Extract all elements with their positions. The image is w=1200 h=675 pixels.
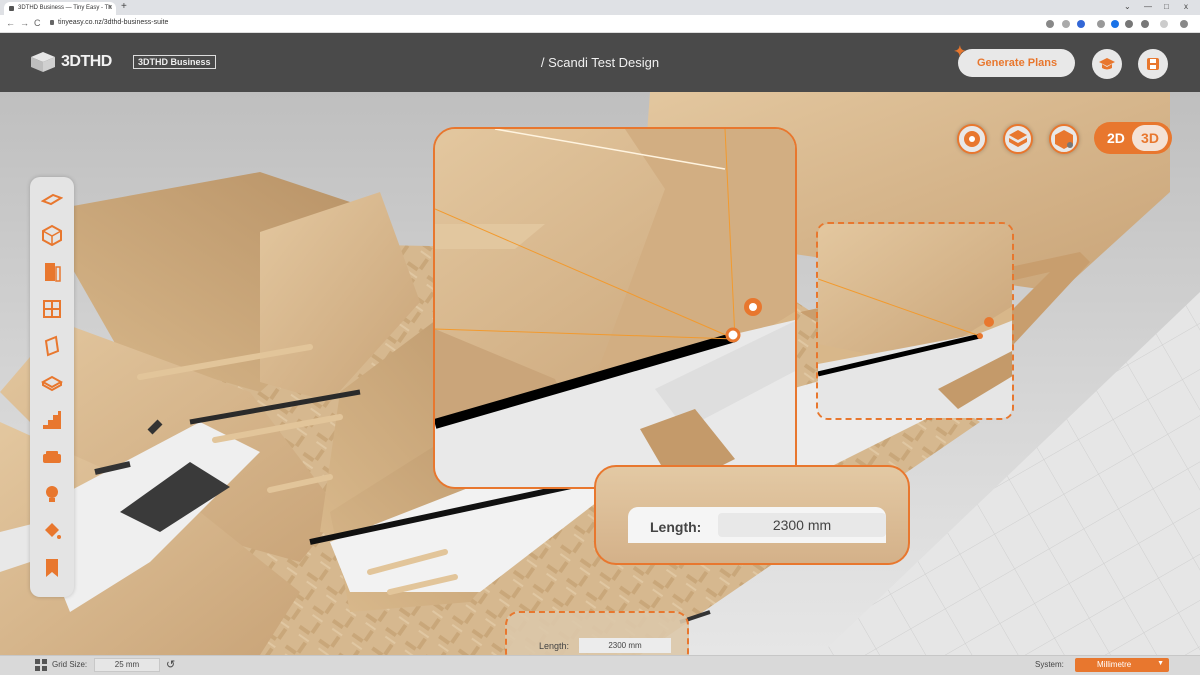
puzzle-icon[interactable] [1141,20,1149,28]
length-readout-zoomed: Length: 2300 mm [594,465,910,565]
cube-icon[interactable] [41,224,63,246]
maximize-button[interactable]: □ [1164,2,1169,11]
window-close-button[interactable]: x [1184,2,1188,11]
toggle-3d[interactable]: 3D [1132,125,1168,151]
tape-measure-icon [964,131,980,147]
unit-system-select[interactable]: Millimetre ▼ [1075,658,1169,672]
back-button[interactable]: ← [6,18,15,28]
browser-tab[interactable]: 3DTHD Business — Tiny Easy - Th x [4,2,116,15]
tab-search-icon[interactable]: ⌄ [1124,2,1131,11]
sofa-icon[interactable] [41,446,63,468]
grid-size-input[interactable]: 25 mm [94,658,160,672]
lock-icon [50,20,54,25]
browser-tab-bar: 3DTHD Business — Tiny Easy - Th x + ⌄ — … [0,0,1200,15]
save-button[interactable] [1138,49,1168,79]
forward-button[interactable]: → [20,18,29,28]
zoom-icon[interactable] [1046,20,1054,28]
generate-plans-label: Generate Plans [977,57,1058,69]
paint-bucket-icon[interactable] [41,520,63,542]
tab-title: 3DTHD Business — Tiny Easy - Th [18,5,112,11]
left-toolbar [30,177,74,597]
share-icon[interactable] [1062,20,1070,28]
layer-view-icon [1009,130,1027,147]
wall-panel-icon[interactable] [41,335,63,357]
camera-icon[interactable] [1097,20,1105,28]
bookmark-icon[interactable] [41,557,63,579]
zoom-render-small [818,224,1012,418]
url-field[interactable]: tinyeasy.co.nz/3dthd-business-suite [58,19,168,26]
zoom-callout-small [816,222,1014,420]
address-bar: ← → C tinyeasy.co.nz/3dthd-business-suit… [0,15,1200,33]
slab-icon[interactable] [41,372,63,394]
tape-measure-button[interactable] [957,124,987,154]
app-header: 3DTHD 3DTHD Business / Scandi Test Desig… [0,33,1200,92]
length-label-small: Length: [539,641,570,651]
length-panel: Length: 2300 mm [628,507,886,543]
view-mode-button-1[interactable] [1003,124,1033,154]
academy-button[interactable] [1092,49,1122,79]
reset-icon[interactable]: ↺ [166,658,175,671]
favicon-icon [9,6,14,11]
view-mode-button-2[interactable] [1049,124,1079,154]
length-value[interactable]: 2300 mm [718,513,886,537]
3d-viewport[interactable] [0,92,1200,655]
minimize-button[interactable]: — [1144,2,1152,11]
door-icon[interactable] [41,261,63,283]
new-tab-button[interactable]: + [121,1,127,12]
grid-icon [35,659,47,671]
zoom-render [435,129,795,487]
length-label: Length: [650,519,702,535]
extension-icon[interactable] [1111,20,1119,28]
reload-button[interactable]: C [34,18,41,28]
2d-3d-toggle[interactable]: 2D 3D [1094,122,1172,154]
system-label: System: [1035,660,1064,669]
bookmark-star-icon[interactable] [1077,20,1085,28]
grid-size-label: Grid Size: [52,660,88,669]
unit-system-value: Millimetre [1097,660,1132,669]
status-bar: Grid Size: 25 mm ↺ System: Millimetre ▼ [0,655,1200,675]
window-icon[interactable] [41,298,63,320]
toggle-2d[interactable]: 2D [1107,130,1125,146]
generate-plans-button[interactable]: ✦ Generate Plans [954,43,1075,77]
sparkle-icon: ✦ [954,43,966,59]
tab-close-icon[interactable]: x [109,4,113,11]
profile-avatar[interactable] [1160,20,1168,28]
light-bulb-icon[interactable] [41,483,63,505]
graduation-cap-icon [1099,58,1115,70]
caret-down-icon: ▼ [1157,660,1164,667]
length-input-small[interactable]: 2300 mm [579,638,671,653]
stairs-icon[interactable] [41,409,63,431]
floor-icon[interactable] [41,187,63,209]
cube-view-icon [1055,130,1073,149]
ext-icon-2[interactable] [1125,20,1133,28]
zoom-callout-large [433,127,797,489]
menu-kebab-icon[interactable] [1180,20,1188,28]
save-icon [1147,58,1159,70]
